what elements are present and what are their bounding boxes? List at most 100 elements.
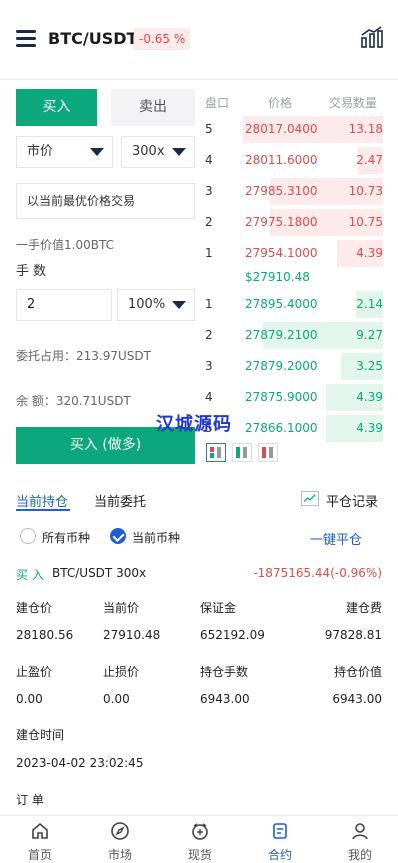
depth-both-icon[interactable] bbox=[206, 443, 226, 462]
close-all-button[interactable]: 一键平仓 bbox=[310, 529, 362, 548]
nav-home-label: 首页 bbox=[27, 848, 52, 862]
stat-label: 持仓手数 bbox=[200, 665, 249, 679]
chevron-down-icon bbox=[172, 148, 186, 156]
ask-row[interactable]: 2 27975.1800 10.75 bbox=[205, 209, 383, 236]
stat-label: 保证金 bbox=[200, 601, 237, 615]
ask-qty: 4.39 bbox=[356, 246, 383, 260]
ask-qty: 13.18 bbox=[348, 122, 383, 136]
ask-row[interactable]: 4 28011.6000 2.47 bbox=[205, 147, 383, 174]
leverage-value: 300x bbox=[132, 144, 165, 159]
ask-level: 1 bbox=[205, 246, 213, 260]
chart-icon[interactable] bbox=[360, 26, 384, 48]
stat-value: 0.00 bbox=[16, 692, 43, 706]
bid-price: 27866.1000 bbox=[245, 421, 318, 435]
stat-value: 27910.48 bbox=[103, 628, 161, 642]
bid-level: 2 bbox=[205, 328, 213, 342]
bid-qty: 9.27 bbox=[356, 328, 383, 342]
bid-row[interactable]: 4 27875.9000 4.39 bbox=[205, 384, 383, 411]
orderbook-header-level: 盘口 bbox=[205, 96, 230, 110]
qty-label: 手 数 bbox=[16, 264, 47, 279]
depth-asks-icon[interactable] bbox=[258, 443, 278, 462]
bid-row[interactable]: 1 27895.4000 2.14 bbox=[205, 291, 383, 318]
ask-qty: 2.47 bbox=[356, 153, 383, 167]
position-pnl: -1875165.44(-0.96%) bbox=[253, 566, 382, 580]
chevron-down-icon bbox=[172, 301, 186, 309]
ask-row[interactable]: 5 28017.0400 13.18 bbox=[205, 116, 383, 143]
open-time-value: 2023-04-02 23:02:45 bbox=[16, 756, 144, 770]
nav-profile[interactable]: 我的 bbox=[330, 816, 390, 863]
tab-buy[interactable]: 买入 bbox=[16, 89, 97, 126]
percent-value: 100% bbox=[128, 297, 166, 312]
stat-value: 28180.56 bbox=[16, 628, 74, 642]
chevron-down-icon bbox=[90, 148, 104, 156]
ask-price: 27985.3100 bbox=[245, 184, 318, 198]
quantity-input[interactable]: 2 bbox=[16, 289, 112, 321]
tab-sell[interactable]: 卖出 bbox=[111, 89, 195, 126]
nav-contract-label: 合约 bbox=[267, 848, 292, 862]
nav-spot-label: 现货 bbox=[187, 848, 212, 862]
nav-home[interactable]: 首页 bbox=[10, 816, 70, 863]
tab-underline bbox=[16, 509, 70, 511]
ask-price: 28011.6000 bbox=[245, 153, 318, 167]
bid-row[interactable]: 3 27879.2000 3.25 bbox=[205, 353, 383, 380]
pair-title[interactable]: BTC/USDT bbox=[48, 29, 137, 48]
position-pair: BTC/USDT 300x bbox=[52, 566, 147, 580]
bid-qty: 2.14 bbox=[356, 297, 383, 311]
bid-row[interactable]: 2 27879.2100 9.27 bbox=[205, 322, 383, 349]
lot-value: 一手价值1.00BTC bbox=[16, 238, 114, 252]
close-records-label: 平仓记录 bbox=[326, 495, 379, 510]
stat-label: 止损价 bbox=[103, 665, 140, 679]
bid-qty: 4.39 bbox=[356, 390, 383, 404]
nav-market[interactable]: 市场 bbox=[90, 816, 150, 863]
nav-profile-label: 我的 bbox=[347, 848, 372, 862]
tab-current-positions[interactable]: 当前持仓 bbox=[16, 491, 68, 510]
stat-value: 0.00 bbox=[103, 692, 130, 706]
contract-icon bbox=[273, 823, 287, 839]
leverage-select[interactable]: 300x bbox=[121, 136, 195, 168]
stat-label: 建仓费 bbox=[345, 601, 382, 615]
percent-select[interactable]: 100% bbox=[117, 289, 195, 321]
ask-row[interactable]: 1 27954.1000 4.39 bbox=[205, 240, 383, 267]
balance: 余 额：320.71USDT bbox=[16, 394, 131, 408]
order-type-select[interactable]: 市价 bbox=[16, 136, 113, 168]
profile-icon bbox=[352, 823, 368, 840]
radio-current-coin-label: 当前币种 bbox=[132, 531, 181, 545]
order-label: 订 单 bbox=[16, 793, 44, 807]
home-icon bbox=[32, 822, 48, 839]
radio-all-coins-label: 所有币种 bbox=[42, 531, 91, 545]
bid-price: 27879.2100 bbox=[245, 328, 318, 342]
ask-price: 28017.0400 bbox=[245, 122, 318, 136]
position-side: 买 入 bbox=[16, 568, 44, 582]
ask-qty: 10.73 bbox=[348, 184, 383, 198]
spot-icon bbox=[192, 823, 208, 840]
bid-qty: 4.39 bbox=[356, 421, 383, 435]
nav-contract[interactable]: 合约 bbox=[250, 816, 310, 863]
mid-price: $27910.48 bbox=[245, 270, 310, 284]
bid-price: 27879.2000 bbox=[245, 359, 318, 373]
stat-value: 6943.00 bbox=[332, 692, 382, 706]
stat-value: 652192.09 bbox=[200, 628, 265, 642]
ask-level: 5 bbox=[205, 122, 213, 136]
radio-all-coins[interactable] bbox=[20, 528, 36, 544]
price-field[interactable]: 以当前最优价格交易 bbox=[16, 183, 195, 219]
stat-label: 止盈价 bbox=[16, 665, 53, 679]
menu-icon[interactable] bbox=[16, 30, 36, 48]
nav-spot[interactable]: 现货 bbox=[170, 816, 230, 863]
orderbook-header-qty: 交易数量 bbox=[329, 96, 378, 110]
ask-price: 27954.1000 bbox=[245, 246, 318, 260]
bid-level: 1 bbox=[205, 297, 213, 311]
trend-icon bbox=[301, 491, 319, 506]
open-time-label: 建仓时间 bbox=[16, 728, 65, 742]
depth-bids-icon[interactable] bbox=[232, 443, 252, 462]
bid-level: 4 bbox=[205, 390, 213, 404]
stat-label: 持仓价值 bbox=[333, 665, 382, 679]
radio-current-coin[interactable] bbox=[110, 528, 126, 544]
compass-icon bbox=[111, 822, 129, 840]
orderbook-header-price: 价格 bbox=[268, 96, 293, 110]
stat-value: 6943.00 bbox=[200, 692, 250, 706]
ask-row[interactable]: 3 27985.3100 10.73 bbox=[205, 178, 383, 205]
tab-current-orders[interactable]: 当前委托 bbox=[94, 491, 146, 510]
ask-level: 3 bbox=[205, 184, 213, 198]
bid-price: 27895.4000 bbox=[245, 297, 318, 311]
watermark: 汉城源码 bbox=[156, 414, 232, 435]
